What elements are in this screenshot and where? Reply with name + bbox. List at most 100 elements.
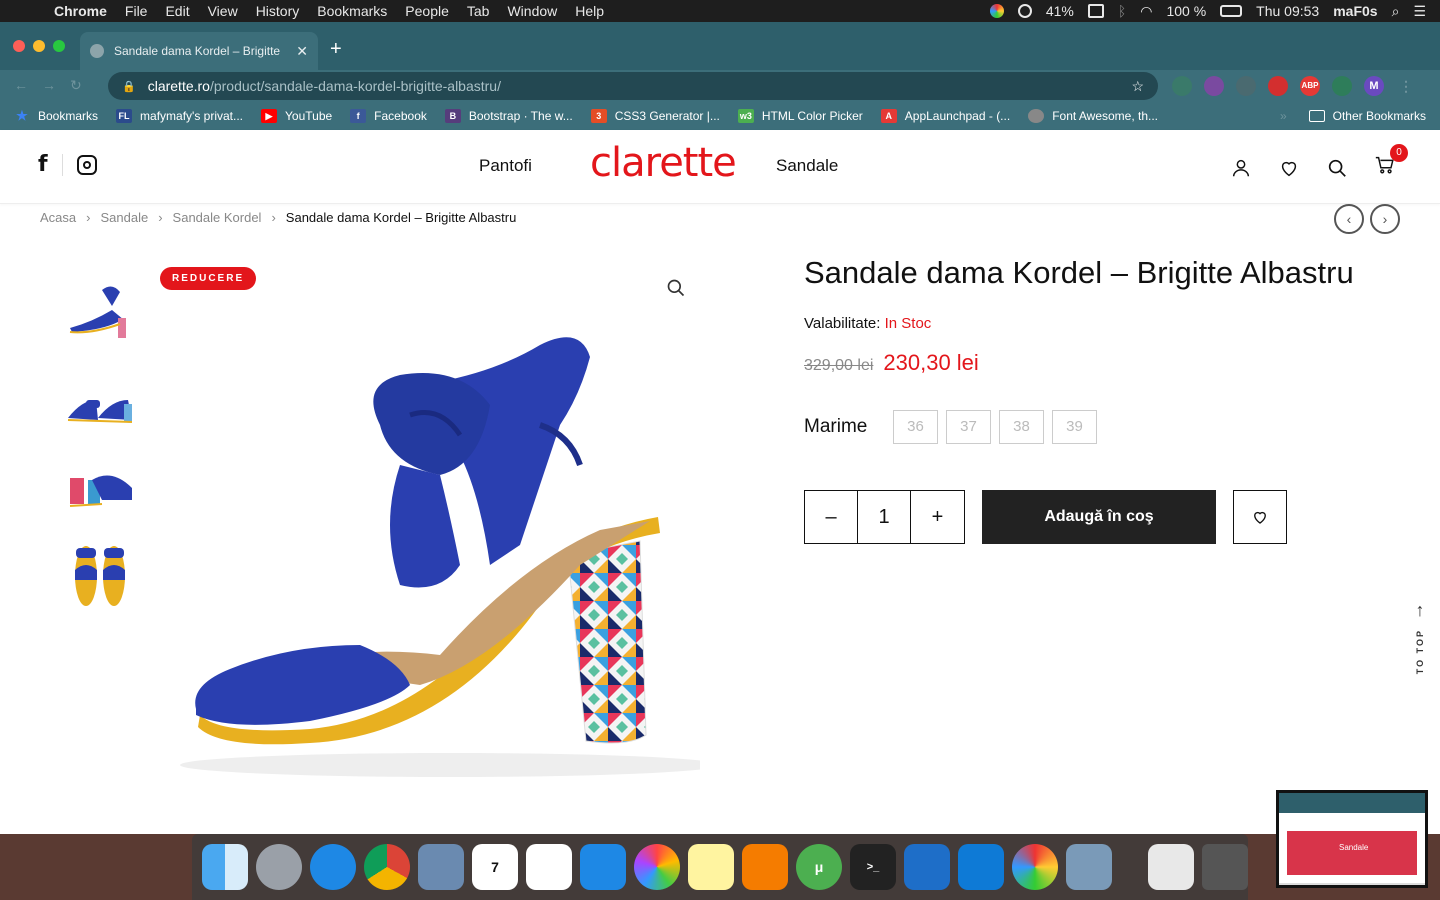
disk-utility-icon[interactable] (1066, 844, 1112, 890)
bookmark-star-icon[interactable]: ☆ (1131, 78, 1144, 95)
bookmark-item[interactable]: FL mafymafy's privat... (116, 109, 243, 123)
cart-button[interactable]: 0 (1374, 144, 1408, 181)
window-thumbnail-preview[interactable]: Sandale (1276, 790, 1428, 888)
bluetooth-icon[interactable]: ᛒ (1118, 3, 1126, 19)
vscode-icon[interactable] (958, 844, 1004, 890)
nav-pantofi[interactable]: Pantofi (479, 156, 532, 176)
thumbnail-pair-view[interactable] (62, 360, 138, 432)
menu-edit[interactable]: Edit (156, 3, 198, 19)
clarette-logo[interactable]: clarette (590, 140, 737, 186)
lock-icon[interactable]: 🔒 (122, 80, 136, 93)
breadcrumb-sandale[interactable]: Sandale (100, 210, 148, 225)
spotlight-search-icon[interactable]: ⌕ (1392, 3, 1400, 20)
colorsync-icon[interactable] (1012, 844, 1058, 890)
books-icon[interactable] (742, 844, 788, 890)
bookmark-item[interactable]: f Facebook (350, 109, 427, 123)
bookmark-item[interactable]: 3 CSS3 Generator |... (590, 109, 720, 123)
display-icon[interactable] (1087, 4, 1104, 18)
new-tab-button[interactable]: + (330, 38, 342, 61)
active-tab[interactable]: Sandale dama Kordel – Brigitte ✕ (80, 32, 318, 70)
profile-avatar[interactable]: M (1364, 76, 1384, 96)
chevron-double-right-icon[interactable]: » (1280, 109, 1287, 123)
breadcrumb-home[interactable]: Acasa (40, 210, 76, 225)
wifi-icon[interactable]: ◠ (1140, 3, 1152, 20)
wishlist-heart-icon[interactable] (1278, 157, 1300, 179)
facebook-icon[interactable]: f (38, 152, 48, 177)
address-bar[interactable]: 🔒 clarette.ro /product/sandale-dama-kord… (108, 72, 1158, 100)
other-bookmarks[interactable]: » Other Bookmarks (1280, 109, 1426, 123)
chrome-menu-icon[interactable]: ⋮ (1396, 76, 1416, 96)
search-icon[interactable] (1326, 157, 1348, 179)
recycle-extension-icon[interactable] (1236, 76, 1256, 96)
next-product-button[interactable]: › (1370, 204, 1400, 234)
zoom-window-button[interactable] (53, 40, 65, 52)
menu-window[interactable]: Window (498, 3, 566, 19)
back-arrow-icon[interactable]: ← (14, 77, 42, 93)
colorwheel-icon[interactable] (989, 4, 1004, 18)
quantity-input[interactable]: 1 (858, 491, 911, 543)
menu-file[interactable]: File (116, 3, 157, 19)
menu-view[interactable]: View (199, 3, 247, 19)
menu-bookmarks[interactable]: Bookmarks (308, 3, 396, 19)
menu-help[interactable]: Help (566, 3, 613, 19)
user-account-icon[interactable] (1230, 157, 1252, 179)
pen-extension-icon[interactable] (1204, 76, 1224, 96)
hand-extension-icon[interactable] (1268, 76, 1288, 96)
user-name-text[interactable]: maF0s (1333, 3, 1377, 19)
eyedropper-extension-icon[interactable] (1172, 76, 1192, 96)
menu-history[interactable]: History (247, 3, 309, 19)
terminal-icon[interactable]: >_ (850, 844, 896, 890)
main-product-image[interactable] (160, 265, 700, 825)
add-to-wishlist-button[interactable] (1233, 490, 1287, 544)
reminders-icon[interactable] (526, 844, 572, 890)
bookmark-item[interactable]: w3 HTML Color Picker (737, 109, 863, 123)
back-to-top-button[interactable]: ↑ TO TOP (1408, 600, 1432, 690)
instagram-icon[interactable] (76, 154, 97, 175)
menu-people[interactable]: People (396, 3, 458, 19)
clock-text[interactable]: Thu 09:53 (1256, 3, 1319, 19)
calendar-icon[interactable]: 7 (472, 844, 518, 890)
recycle-green-extension-icon[interactable] (1332, 76, 1352, 96)
finder-icon[interactable] (202, 844, 248, 890)
add-to-cart-button[interactable]: Adaugă în coş (982, 490, 1216, 544)
preview-app-icon[interactable] (418, 844, 464, 890)
thumbnail-back-view[interactable] (62, 450, 138, 522)
size-option[interactable]: 36 (893, 410, 938, 444)
size-option[interactable]: 37 (946, 410, 991, 444)
adblock-plus-extension-icon[interactable]: ABP (1300, 76, 1320, 96)
previous-product-button[interactable]: ‹ (1334, 204, 1364, 234)
bookmark-item[interactable]: A AppLaunchpad - (... (880, 109, 1010, 123)
xcode-icon[interactable] (904, 844, 950, 890)
bookmark-item[interactable]: B Bootstrap · The w... (444, 109, 573, 123)
battery-icon[interactable] (1220, 5, 1243, 17)
document-stack-icon[interactable] (1148, 844, 1194, 890)
photos-icon[interactable] (634, 844, 680, 890)
minimize-window-button[interactable] (33, 40, 45, 52)
zoom-magnifier-icon[interactable] (666, 278, 686, 298)
bookmark-item[interactable]: ▶ YouTube (261, 109, 332, 123)
size-option[interactable]: 38 (999, 410, 1044, 444)
launchpad-icon[interactable] (256, 844, 302, 890)
notification-center-icon[interactable]: ☰ (1413, 3, 1426, 20)
thumbnail-side-view[interactable] (62, 270, 138, 342)
trash-icon[interactable] (1202, 844, 1248, 890)
thumbnail-top-view[interactable] (62, 540, 138, 612)
menu-tab[interactable]: Tab (458, 3, 499, 19)
quantity-increase-button[interactable]: + (911, 491, 964, 543)
quantity-decrease-button[interactable]: – (805, 491, 858, 543)
breadcrumb-kordel[interactable]: Sandale Kordel (173, 210, 262, 225)
forward-arrow-icon[interactable]: → (42, 77, 70, 93)
nav-sandale[interactable]: Sandale (776, 156, 838, 176)
close-window-button[interactable] (13, 40, 25, 52)
safari-icon[interactable] (310, 844, 356, 890)
bookmark-item[interactable]: ★ Bookmarks (14, 109, 98, 124)
size-option[interactable]: 39 (1052, 410, 1097, 444)
reload-icon[interactable]: ↻ (70, 77, 96, 93)
menu-app-name[interactable]: Chrome (54, 3, 116, 19)
app-store-icon[interactable] (580, 844, 626, 890)
notes-icon[interactable] (688, 844, 734, 890)
timer-icon[interactable] (1017, 4, 1032, 18)
bookmark-item[interactable]: Font Awesome, th... (1028, 109, 1158, 123)
chrome-icon[interactable] (364, 844, 410, 890)
tab-close-icon[interactable]: ✕ (296, 43, 308, 60)
